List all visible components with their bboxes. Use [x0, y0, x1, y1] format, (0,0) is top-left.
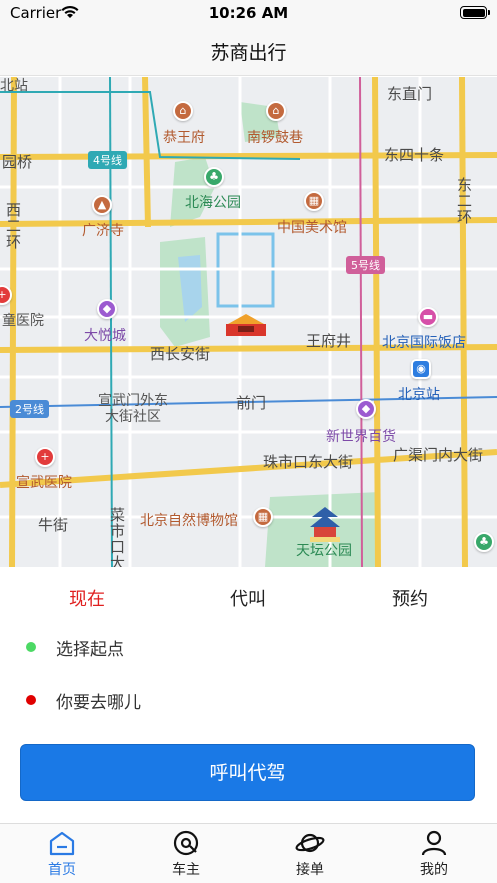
map-label: 南锣鼓巷: [247, 130, 303, 146]
page-title: 苏商出行: [210, 42, 287, 64]
map-label: 北站: [0, 78, 28, 94]
map-label: 童医院: [2, 313, 44, 329]
map-label: 东四十条: [384, 146, 445, 164]
tabbar-item-orders[interactable]: 接单: [270, 830, 350, 879]
map-label: 北海公园: [185, 195, 241, 211]
destination-label: 你要去哪儿: [56, 693, 141, 713]
tabbar-label: 车主: [172, 862, 200, 878]
battery-icon: [460, 6, 490, 19]
landmark-pin-icon[interactable]: ⌂: [266, 101, 286, 121]
map-label: 广济寺: [82, 223, 124, 239]
map-label: 前门: [236, 394, 267, 412]
map-label: 北京站: [398, 387, 440, 403]
map-label: 大悦城: [84, 328, 126, 344]
metro-line-badge: 5号线: [346, 256, 385, 274]
origin-field[interactable]: 选择起点: [0, 622, 497, 674]
profile-icon: [394, 830, 474, 856]
map-label: 广渠门内大街: [393, 446, 484, 464]
destination-dot-icon: [26, 695, 36, 705]
shopping-pin-icon[interactable]: ◆: [97, 299, 117, 319]
museum-pin-icon[interactable]: ▦: [253, 507, 273, 527]
hotel-pin-icon[interactable]: ▬: [418, 307, 438, 327]
map-label: 宣武医院: [16, 475, 72, 491]
shopping-pin-icon[interactable]: ◆: [356, 399, 376, 419]
map-label: 王府井: [306, 332, 352, 350]
navigation-bar: 苏商出行: [0, 26, 497, 76]
destination-field[interactable]: 你要去哪儿: [0, 675, 497, 727]
ride-mode-tabs: 现在 代叫 预约: [0, 567, 497, 625]
metro-line-badge: 4号线: [88, 151, 127, 169]
map-label: 宣武门外东 大街社区: [98, 393, 168, 425]
map-label: 西长安街: [150, 345, 211, 363]
tabbar-label: 我的: [420, 862, 448, 878]
status-bar: Carrier 10:26 AM: [0, 0, 497, 26]
map-label: 北京国际饭店: [382, 335, 466, 351]
tab-now[interactable]: 现在: [27, 585, 147, 611]
museum-pin-icon[interactable]: ▦: [304, 191, 324, 211]
map-label: 北京自然博物馆: [140, 513, 238, 529]
map-label: 恭王府: [163, 130, 205, 146]
tabbar-item-owner[interactable]: 车主: [146, 830, 226, 879]
temple-pin-icon[interactable]: ▲: [92, 195, 112, 215]
status-time: 10:26 AM: [208, 4, 289, 22]
map-label: 西二环: [4, 202, 22, 250]
metro-line-badge: 2号线: [10, 400, 49, 418]
planet-icon: [270, 830, 350, 856]
hospital-pin-icon[interactable]: +: [35, 447, 55, 467]
tabbar-item-home[interactable]: 首页: [22, 830, 102, 879]
tabbar-item-profile[interactable]: 我的: [394, 830, 474, 879]
home-icon: [22, 830, 102, 856]
tab-call-for-others[interactable]: 代叫: [188, 585, 308, 611]
map-label: 东直门: [387, 85, 433, 103]
tab-reserve[interactable]: 预约: [350, 585, 470, 611]
steering-wheel-icon: [146, 830, 226, 856]
origin-label: 选择起点: [56, 640, 124, 660]
park-pin-icon[interactable]: ♣: [474, 532, 494, 552]
map-label: 牛街: [38, 516, 69, 534]
map-label: 中国美术馆: [277, 220, 347, 236]
map-label: 菜市口大: [108, 507, 126, 567]
origin-dot-icon: [26, 642, 36, 652]
map-label: 东二环: [455, 177, 473, 225]
park-pin-icon[interactable]: ♣: [204, 167, 224, 187]
map-label: 新世界百货: [326, 429, 396, 445]
bottom-tab-bar: 首页 车主 接单 我的: [0, 823, 497, 883]
tabbar-label: 首页: [48, 862, 76, 878]
map-label: 天坛公园: [296, 543, 352, 559]
station-pin-icon[interactable]: ◉: [411, 359, 431, 379]
map-label: 园桥: [2, 153, 33, 171]
map-label: 珠市口东大街: [263, 453, 354, 471]
tabbar-label: 接单: [296, 862, 324, 878]
map-view[interactable]: ⌂ ⌂ ♣ ▲ ▦ ◆ ▬ ◉ ◆ + + ▦ ♣ 4号线 5号线 2号线 北站…: [0, 77, 497, 567]
landmark-pin-icon[interactable]: ⌂: [173, 101, 193, 121]
call-driver-button[interactable]: 呼叫代驾: [20, 744, 475, 801]
